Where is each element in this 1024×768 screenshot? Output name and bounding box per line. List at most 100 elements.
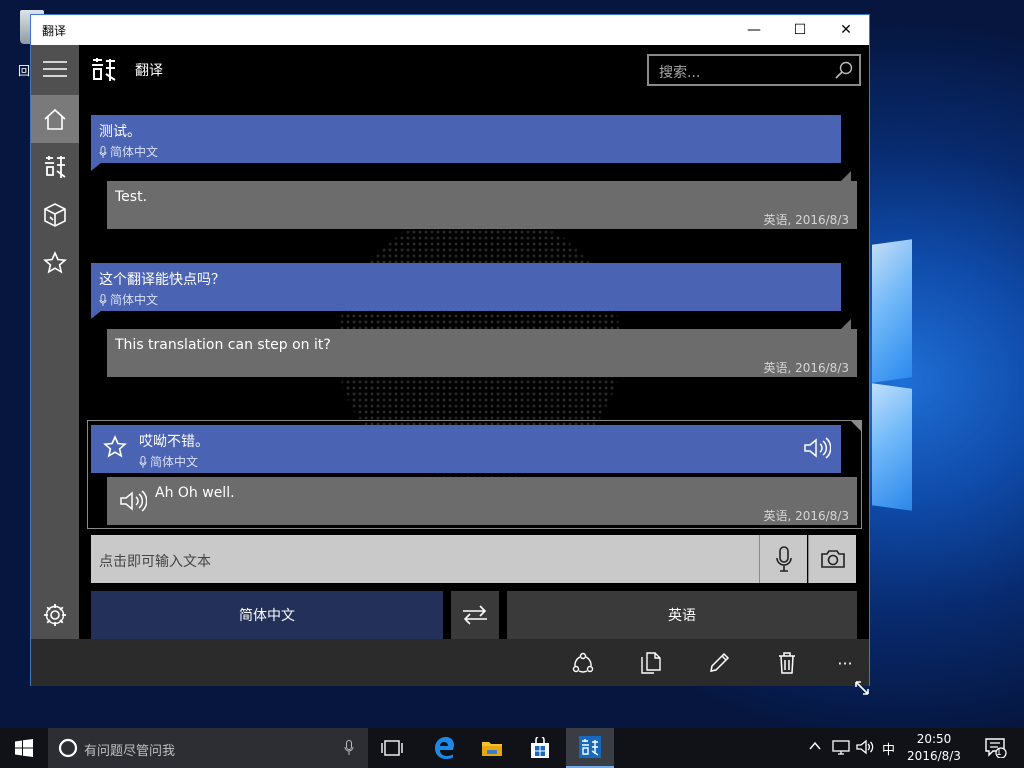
source-bubble[interactable]: 这个翻译能快点吗？ 简体中文 bbox=[91, 263, 841, 311]
gear-icon bbox=[44, 604, 66, 626]
source-language-label: 简体中文 bbox=[110, 145, 159, 159]
nav-language-packs[interactable] bbox=[31, 191, 79, 239]
copy-button[interactable] bbox=[635, 647, 667, 679]
title-bar[interactable]: 翻译 — ☐ ✕ bbox=[31, 15, 869, 45]
from-language-label: 简体中文 bbox=[239, 608, 295, 624]
tray-overflow-icon[interactable] bbox=[808, 739, 822, 756]
translation-text: This translation can step on it? bbox=[115, 337, 331, 353]
to-language-label: 英语 bbox=[668, 608, 696, 624]
microphone-icon[interactable] bbox=[344, 740, 354, 756]
translation-bubble[interactable]: Test. 英语, 2016/8/3 bbox=[107, 181, 857, 229]
share-button[interactable] bbox=[567, 647, 599, 679]
task-view-icon bbox=[381, 740, 403, 756]
source-language-label: 简体中文 bbox=[110, 293, 159, 307]
speaker-icon[interactable] bbox=[803, 437, 831, 459]
translator-taskbar-button[interactable] bbox=[566, 728, 614, 768]
bubble-tail bbox=[91, 163, 101, 171]
windows-start-icon bbox=[15, 739, 33, 757]
minimize-button[interactable]: — bbox=[731, 15, 777, 45]
source-bubble[interactable]: 哎呦不错。 简体中文 bbox=[91, 425, 841, 473]
translation-meta: 英语, 2016/8/3 bbox=[763, 361, 849, 375]
cortana-icon bbox=[58, 738, 78, 758]
file-explorer-button[interactable] bbox=[468, 728, 516, 768]
voice-input-button[interactable] bbox=[759, 535, 807, 583]
window-title: 翻译 bbox=[42, 24, 67, 38]
speaker-icon[interactable] bbox=[119, 490, 147, 512]
copy-icon bbox=[641, 652, 661, 674]
translate-icon bbox=[45, 156, 66, 178]
nav-home[interactable] bbox=[31, 95, 79, 143]
translation-meta: 英语, 2016/8/3 bbox=[763, 509, 849, 523]
edge-button[interactable] bbox=[420, 728, 468, 768]
swap-icon bbox=[463, 605, 487, 625]
camera-icon bbox=[820, 550, 845, 568]
source-language-label: 简体中文 bbox=[150, 455, 199, 469]
app-header: 翻译 搜索... bbox=[79, 45, 869, 97]
source-language: 简体中文 bbox=[99, 143, 158, 160]
more-icon: ··· bbox=[837, 653, 853, 673]
clock-time: 20:50 bbox=[916, 732, 952, 746]
bubble-tail bbox=[851, 421, 861, 431]
edge-icon bbox=[435, 737, 454, 759]
microphone-icon bbox=[99, 145, 107, 158]
translator-logo-icon bbox=[92, 58, 116, 81]
close-button[interactable]: ✕ bbox=[823, 15, 869, 45]
swap-languages-button[interactable] bbox=[451, 591, 499, 639]
task-view-button[interactable] bbox=[368, 728, 416, 768]
translation-meta: 英语, 2016/8/3 bbox=[763, 213, 849, 227]
volume-icon[interactable] bbox=[856, 739, 874, 758]
translation-bubble[interactable]: Ah Oh well. 英语, 2016/8/3 bbox=[107, 477, 857, 525]
notification-count: 1 bbox=[996, 748, 1002, 758]
action-center-button[interactable]: 1 bbox=[976, 728, 1016, 768]
edit-button[interactable] bbox=[703, 647, 735, 679]
store-button[interactable] bbox=[516, 728, 564, 768]
maximize-icon: ☐ bbox=[793, 22, 807, 38]
command-bar: ··· bbox=[31, 639, 869, 686]
search-icon[interactable] bbox=[835, 61, 853, 79]
nav-settings[interactable] bbox=[31, 591, 79, 639]
text-input-field[interactable]: 点击即可输入文本 bbox=[91, 535, 759, 583]
source-text: 这个翻译能快点吗？ bbox=[99, 272, 225, 288]
more-button[interactable]: ··· bbox=[829, 647, 861, 679]
resize-cursor-icon bbox=[855, 681, 869, 695]
share-icon bbox=[572, 652, 594, 673]
package-icon bbox=[44, 203, 66, 227]
network-icon[interactable] bbox=[832, 739, 850, 758]
cortana-search-box[interactable]: 有问题尽管问我 bbox=[48, 728, 368, 768]
hamburger-button[interactable] bbox=[31, 45, 79, 93]
input-placeholder: 点击即可输入文本 bbox=[99, 554, 211, 570]
delete-icon bbox=[779, 652, 795, 674]
translation-text: Ah Oh well. bbox=[155, 485, 235, 501]
hamburger-icon bbox=[43, 61, 67, 77]
windows-logo-pane bbox=[872, 383, 912, 511]
start-button[interactable] bbox=[0, 728, 48, 768]
to-language-button[interactable]: 英语 bbox=[507, 591, 857, 639]
bubble-tail bbox=[841, 319, 851, 329]
delete-button[interactable] bbox=[771, 647, 803, 679]
close-icon: ✕ bbox=[840, 22, 852, 38]
translator-app-icon bbox=[579, 736, 601, 758]
recycle-bin-label: 回 bbox=[18, 64, 31, 78]
ime-indicator[interactable]: 中 bbox=[882, 739, 895, 758]
translator-window: 翻译 — ☐ ✕ 翻译 搜索... 测试。 简体中文 Test. 英语, 201… bbox=[30, 14, 870, 686]
translation-bubble[interactable]: This translation can step on it? 英语, 201… bbox=[107, 329, 857, 377]
clock[interactable]: 20:50 2016/8/3 bbox=[900, 731, 968, 765]
microphone-icon bbox=[775, 546, 792, 572]
search-box[interactable]: 搜索... bbox=[647, 54, 861, 86]
source-bubble[interactable]: 测试。 简体中文 bbox=[91, 115, 841, 163]
folder-icon bbox=[482, 742, 502, 756]
nav-rail bbox=[31, 45, 79, 639]
favorite-star-icon[interactable] bbox=[103, 435, 127, 459]
camera-input-button[interactable] bbox=[808, 535, 856, 583]
nav-favorites[interactable] bbox=[31, 239, 79, 287]
source-language: 简体中文 bbox=[99, 291, 158, 308]
app-name: 翻译 bbox=[135, 63, 163, 79]
home-icon bbox=[44, 108, 66, 130]
windows-logo-pane bbox=[872, 239, 912, 383]
maximize-button[interactable]: ☐ bbox=[777, 15, 823, 45]
bubble-tail bbox=[841, 171, 851, 181]
nav-phrasebook[interactable] bbox=[31, 143, 79, 191]
clock-date: 2016/8/3 bbox=[907, 749, 961, 763]
from-language-button[interactable]: 简体中文 bbox=[91, 591, 443, 639]
source-text: 测试。 bbox=[99, 124, 141, 140]
